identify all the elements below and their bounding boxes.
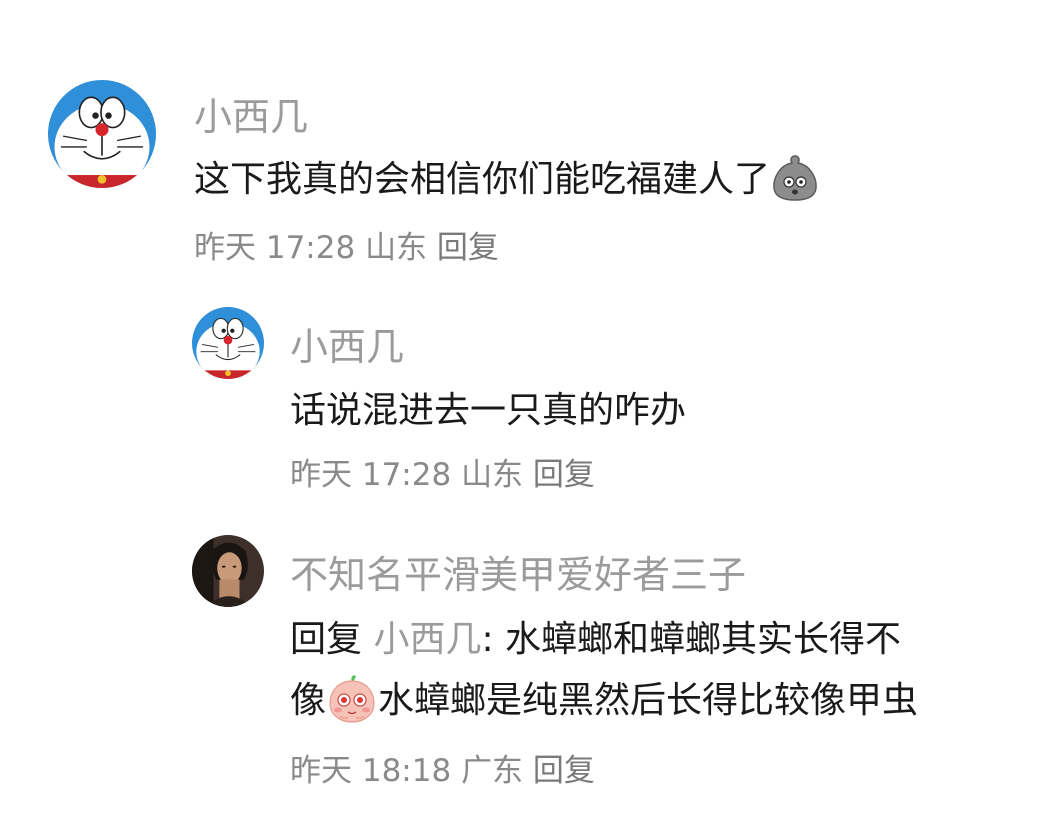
person-photo-icon bbox=[192, 535, 264, 607]
doraemon-icon bbox=[48, 80, 156, 188]
comment-author-name[interactable]: 不知名平滑美甲爱好者三子 bbox=[290, 544, 746, 599]
user-photo-avatar[interactable] bbox=[192, 535, 264, 607]
comment-body: 这下我真的会相信你们能吃福建人了 bbox=[194, 159, 771, 200]
comment-time: 昨天 17:28 bbox=[194, 230, 356, 266]
comment-body-part: 像 bbox=[290, 680, 327, 721]
comment-text-line-1: 回复 小西几: 水蟑螂和蟑螂其实长得不 bbox=[290, 610, 901, 662]
comment-body-part: 水蟑螂是纯黑然后长得比较像甲虫 bbox=[378, 680, 919, 721]
comment-body-part: : 水蟑螂和蟑螂其实长得不 bbox=[481, 619, 902, 660]
doraemon-icon bbox=[192, 307, 264, 379]
comment-time: 昨天 18:18 bbox=[290, 753, 452, 789]
comment-meta: 昨天 18:18 广东 回复 bbox=[290, 745, 595, 790]
comment-location: 广东 bbox=[461, 753, 524, 789]
mention-link[interactable]: 小西几 bbox=[373, 619, 481, 660]
comment-author-name[interactable]: 小西几 bbox=[290, 316, 404, 371]
comment-meta: 昨天 17:28 山东 回复 bbox=[194, 222, 499, 267]
shy-peach-emoji-icon bbox=[326, 672, 378, 724]
comment-text-line-2: 像 水蟑螂是纯黑然后长得比较像甲虫 bbox=[290, 671, 918, 728]
reply-button[interactable]: 回复 bbox=[533, 753, 595, 789]
doraemon-avatar[interactable] bbox=[192, 307, 264, 379]
reply-prefix: 回复 bbox=[290, 619, 363, 660]
comment-meta: 昨天 17:28 山东 回复 bbox=[290, 449, 595, 494]
comment-time: 昨天 17:28 bbox=[290, 457, 452, 493]
comment-location: 山东 bbox=[365, 230, 428, 266]
reply-button[interactable]: 回复 bbox=[533, 457, 595, 493]
comment-author-name[interactable]: 小西几 bbox=[194, 86, 308, 141]
comment-location: 山东 bbox=[461, 457, 524, 493]
comment-body: 话说混进去一只真的咋办 bbox=[290, 390, 687, 431]
comment-text: 这下我真的会相信你们能吃福建人了 bbox=[194, 150, 820, 206]
shocked-blob-emoji-icon bbox=[770, 152, 820, 202]
reply-button[interactable]: 回复 bbox=[437, 230, 499, 266]
doraemon-avatar[interactable] bbox=[48, 80, 156, 188]
